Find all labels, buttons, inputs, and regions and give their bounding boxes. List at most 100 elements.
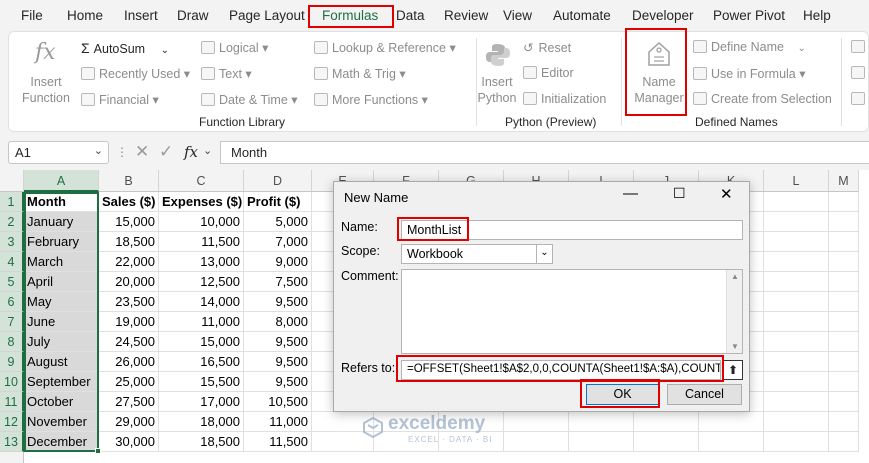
cell-i13[interactable] (569, 432, 634, 452)
cell-a8[interactable]: July (24, 332, 99, 352)
cell-l11[interactable] (764, 392, 829, 412)
cell-m6[interactable] (829, 292, 859, 312)
cell-b7[interactable]: 19,000 (99, 312, 159, 332)
tab-formulas[interactable]: Formulas (322, 8, 378, 23)
cell-b3[interactable]: 18,500 (99, 232, 159, 252)
row-header-3[interactable]: 3 (0, 232, 24, 252)
tab-power-pivot[interactable]: Power Pivot (713, 8, 785, 23)
cell-a12[interactable]: November (24, 412, 99, 432)
select-all-corner[interactable] (0, 170, 24, 192)
cell-c4[interactable]: 13,000 (159, 252, 244, 272)
row-header-4[interactable]: 4 (0, 252, 24, 272)
cell-c7[interactable]: 11,000 (159, 312, 244, 332)
column-header-m[interactable]: M (829, 170, 859, 192)
cell-c6[interactable]: 14,000 (159, 292, 244, 312)
row-header-7[interactable]: 7 (0, 312, 24, 332)
collapse-dialog-button[interactable]: ⬆ (723, 360, 743, 380)
close-icon[interactable]: ✕ (720, 185, 733, 203)
cell-l3[interactable] (764, 232, 829, 252)
cell-m11[interactable] (829, 392, 859, 412)
editor-button[interactable]: Editor (523, 66, 574, 80)
ok-button[interactable]: OK (586, 384, 659, 405)
formula-input[interactable]: Month (220, 141, 869, 164)
name-field[interactable]: MonthList (401, 220, 743, 240)
cell-b13[interactable]: 30,000 (99, 432, 159, 452)
enter-check-icon[interactable]: ✓ (159, 142, 173, 162)
cancel-button[interactable]: Cancel (667, 384, 742, 405)
cell-a10[interactable]: September (24, 372, 99, 392)
cell-c1[interactable]: Expenses ($) (159, 192, 244, 212)
cell-h12[interactable] (504, 412, 569, 432)
cell-a7[interactable]: June (24, 312, 99, 332)
financial-button[interactable]: Financial ▾ (81, 92, 159, 107)
cell-c2[interactable]: 10,000 (159, 212, 244, 232)
cell-k13[interactable] (699, 432, 764, 452)
initialization-button[interactable]: Initialization (523, 92, 606, 106)
maximize-icon[interactable]: ☐ (673, 185, 686, 202)
logical-button[interactable]: Logical ▾ (201, 40, 268, 55)
tab-help[interactable]: Help (803, 8, 831, 23)
cell-d1[interactable]: Profit ($) (244, 192, 312, 212)
cell-a9[interactable]: August (24, 352, 99, 372)
column-header-c[interactable]: C (159, 170, 244, 192)
cell-m3[interactable] (829, 232, 859, 252)
cell-b6[interactable]: 23,500 (99, 292, 159, 312)
cell-m5[interactable] (829, 272, 859, 292)
cell-c5[interactable]: 12,500 (159, 272, 244, 292)
insert-function-button[interactable]: fx Insert Function (13, 36, 79, 110)
cell-j13[interactable] (634, 432, 699, 452)
tab-data[interactable]: Data (396, 8, 425, 23)
cell-a11[interactable]: October (24, 392, 99, 412)
row-header-9[interactable]: 9 (0, 352, 24, 372)
recently-used-button[interactable]: Recently Used ▾ (81, 66, 190, 81)
row-header-11[interactable]: 11 (0, 392, 24, 412)
row-header-13[interactable]: 13 (0, 432, 24, 452)
column-header-d[interactable]: D (244, 170, 312, 192)
column-header-b[interactable]: B (99, 170, 159, 192)
cell-d4[interactable]: 9,000 (244, 252, 312, 272)
cell-d11[interactable]: 10,500 (244, 392, 312, 412)
row-header-5[interactable]: 5 (0, 272, 24, 292)
trace-precedents-icon[interactable] (851, 40, 869, 54)
cell-l4[interactable] (764, 252, 829, 272)
tab-file[interactable]: File (21, 8, 43, 23)
column-header-l[interactable]: L (764, 170, 829, 192)
trace-dependents-icon[interactable] (851, 66, 869, 80)
cell-c9[interactable]: 16,500 (159, 352, 244, 372)
cell-c12[interactable]: 18,000 (159, 412, 244, 432)
cell-d7[interactable]: 8,000 (244, 312, 312, 332)
comment-textarea[interactable] (401, 269, 743, 354)
cell-b8[interactable]: 24,500 (99, 332, 159, 352)
cell-m8[interactable] (829, 332, 859, 352)
define-name-button[interactable]: Define Name ⌄ (693, 40, 806, 54)
cell-c8[interactable]: 15,000 (159, 332, 244, 352)
cell-a1[interactable]: Month (24, 192, 99, 212)
row-header-1[interactable]: 1 (0, 192, 24, 212)
insert-function-fx-icon[interactable]: fx (184, 143, 198, 161)
cell-b2[interactable]: 15,000 (99, 212, 159, 232)
comment-scrollbar[interactable]: ▲ ▼ (726, 270, 742, 353)
create-from-selection-button[interactable]: Create from Selection (693, 92, 832, 106)
cell-m9[interactable] (829, 352, 859, 372)
cell-d9[interactable]: 9,500 (244, 352, 312, 372)
cell-b9[interactable]: 26,000 (99, 352, 159, 372)
cell-c10[interactable]: 15,500 (159, 372, 244, 392)
cell-d12[interactable]: 11,000 (244, 412, 312, 432)
row-header-8[interactable]: 8 (0, 332, 24, 352)
text-button[interactable]: Text ▾ (201, 66, 252, 81)
minimize-icon[interactable]: — (623, 185, 638, 202)
cell-a2[interactable]: January (24, 212, 99, 232)
cell-d6[interactable]: 9,500 (244, 292, 312, 312)
cell-j12[interactable] (634, 412, 699, 432)
cell-b4[interactable]: 22,000 (99, 252, 159, 272)
cell-d8[interactable]: 9,500 (244, 332, 312, 352)
cell-h13[interactable] (504, 432, 569, 452)
tab-page-layout[interactable]: Page Layout (229, 8, 305, 23)
tab-review[interactable]: Review (444, 8, 488, 23)
name-manager-button[interactable]: Name Manager (629, 36, 689, 110)
cell-c13[interactable]: 18,500 (159, 432, 244, 452)
cell-d10[interactable]: 9,500 (244, 372, 312, 392)
more-functions-button[interactable]: More Functions ▾ (314, 92, 428, 107)
cancel-icon[interactable]: ✕ (135, 142, 149, 162)
cell-l2[interactable] (764, 212, 829, 232)
